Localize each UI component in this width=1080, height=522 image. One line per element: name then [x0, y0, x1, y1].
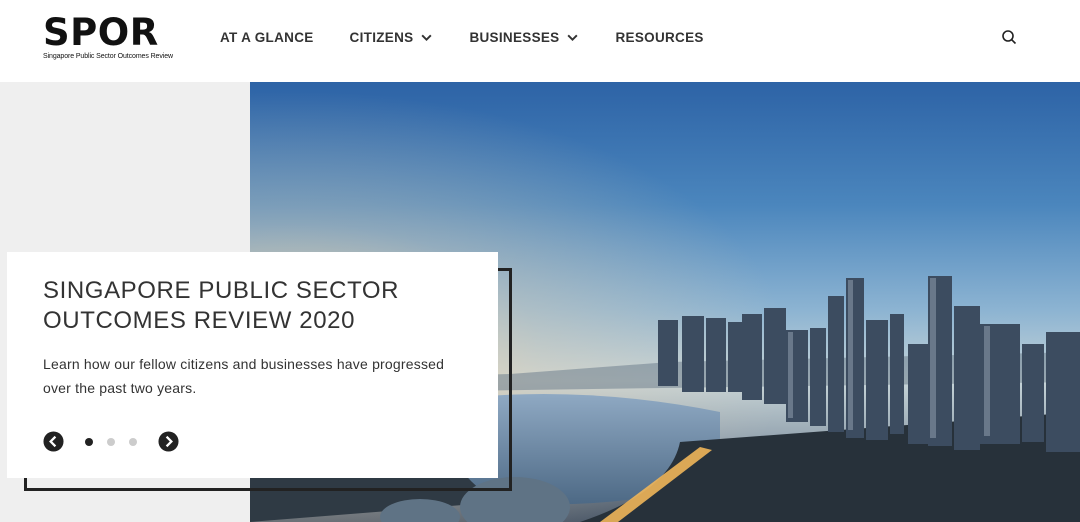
- site-header: SPOR Singapore Public Sector Outcomes Re…: [0, 0, 1080, 82]
- nav-item-label: AT A GLANCE: [220, 29, 314, 45]
- nav-item-label: CITIZENS: [349, 29, 414, 45]
- nav-item-at-a-glance[interactable]: AT A GLANCE: [220, 30, 314, 45]
- chevron-down-icon: [421, 34, 432, 41]
- hero-banner: SINGAPORE PUBLIC SECTOR OUTCOMES REVIEW …: [0, 82, 1080, 522]
- slide-dot-2[interactable]: [107, 438, 115, 446]
- nav-item-citizens[interactable]: CITIZENS: [350, 30, 434, 45]
- nav-item-businesses[interactable]: BUSINESSES: [469, 30, 579, 45]
- hero-description-line-1: Learn how our fellow citizens and busine…: [43, 356, 445, 372]
- hero-description: Learn how our fellow citizens and busine…: [43, 352, 463, 400]
- logo-tagline: Singapore Public Sector Outcomes Review: [43, 53, 173, 60]
- arrow-left-circle-icon[interactable]: [43, 431, 64, 452]
- logo-wordmark: SPOR: [43, 11, 159, 54]
- hero-description-line-2: over the past two years.: [43, 380, 197, 396]
- slide-dot-1[interactable]: [85, 438, 93, 446]
- hero-title-line-2: OUTCOMES REVIEW 2020: [43, 307, 356, 334]
- nav-item-label: RESOURCES: [615, 29, 704, 45]
- nav-item-resources[interactable]: RESOURCES: [615, 30, 703, 45]
- hero-title: SINGAPORE PUBLIC SECTOR OUTCOMES REVIEW …: [43, 276, 463, 336]
- hero-title-line-1: SINGAPORE PUBLIC SECTOR: [43, 277, 400, 304]
- main-nav: AT A GLANCE CITIZENS BUSINESSES RESOURCE…: [220, 0, 740, 74]
- spor-logo[interactable]: SPOR Singapore Public Sector Outcomes Re…: [43, 14, 173, 61]
- arrow-right-circle-icon[interactable]: [158, 431, 179, 452]
- search-icon[interactable]: [999, 27, 1019, 47]
- nav-item-label: BUSINESSES: [469, 29, 560, 45]
- slide-dot-3[interactable]: [129, 438, 137, 446]
- chevron-down-icon: [567, 34, 579, 41]
- hero-card: SINGAPORE PUBLIC SECTOR OUTCOMES REVIEW …: [7, 252, 498, 478]
